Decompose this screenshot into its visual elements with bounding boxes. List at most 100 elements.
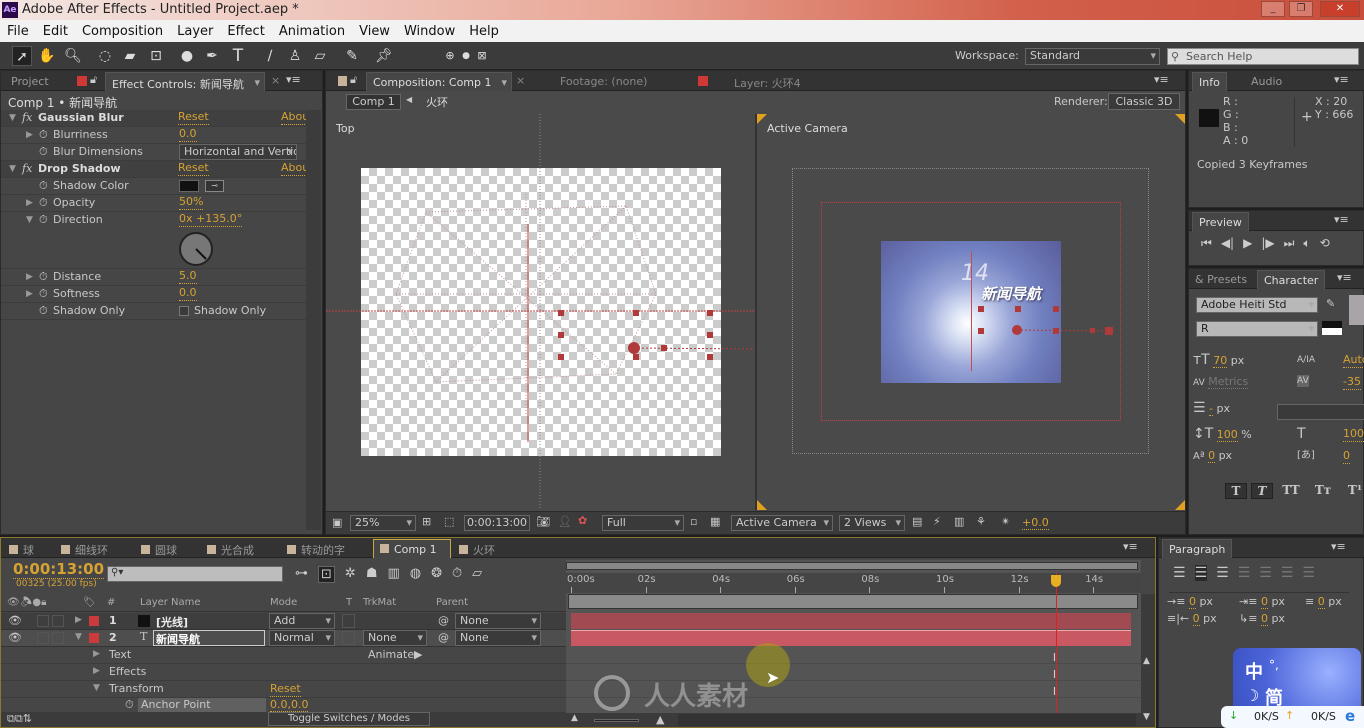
font-family-select[interactable]: Adobe Heiti Std (1196, 297, 1318, 313)
shadow-only-checkbox[interactable] (179, 306, 189, 316)
reset-link[interactable]: Reset (270, 682, 301, 697)
stopwatch-icon[interactable]: ⏱︎ (39, 269, 48, 285)
tab-effect-controls[interactable]: Effect Controls: 新闻导航 ▾ (105, 72, 265, 91)
camera-view-select[interactable]: Active Camera (731, 515, 833, 531)
eraser-tool-icon[interactable]: ▱ (310, 46, 330, 66)
preserve-transparency[interactable] (342, 614, 355, 628)
collapse-triangle-icon[interactable]: ▼ (9, 110, 16, 126)
zoom-in-icon[interactable]: ▲ (656, 713, 664, 726)
menu-edit[interactable]: Edit (36, 24, 75, 39)
fast-previews-icon[interactable]: ⚡︎ (933, 515, 941, 528)
justify-left-icon[interactable]: ☰ (1238, 565, 1251, 581)
stopwatch-icon[interactable]: ⏱︎ (39, 303, 48, 319)
top-view[interactable]: Top (326, 114, 755, 510)
tab-composition[interactable]: Composition: Comp 1 ▾ (366, 72, 512, 91)
selection-tool-icon[interactable]: ➚ (12, 46, 32, 66)
workspace-select[interactable]: Standard (1025, 48, 1160, 65)
parent-select[interactable]: None (455, 630, 541, 646)
expand-triangle-icon[interactable]: ▶ (93, 666, 100, 676)
next-frame-icon[interactable]: |▶ (1261, 236, 1274, 251)
motion-blur-icon[interactable]: ◍ (410, 566, 421, 583)
eyedropper-icon[interactable]: ⊸ (205, 180, 224, 192)
timeline-tab[interactable]: 圆球 (135, 539, 199, 558)
animate-menu-icon[interactable]: ▶ (414, 648, 422, 661)
transparency-grid-icon[interactable]: ▦ (710, 515, 720, 528)
shy-icon[interactable]: ☗ (366, 566, 378, 583)
region-of-interest-icon[interactable]: ⬚ (444, 515, 454, 528)
direction-value[interactable]: 0x +135.0° (179, 212, 243, 227)
layer-switches-icon[interactable]: ⧉⧉⇅ (7, 712, 32, 726)
grid-guides-icon[interactable]: ⊞ (422, 515, 431, 528)
baseline-shift-value[interactable]: 0 (1208, 449, 1216, 463)
pickwhip-icon[interactable]: @ (438, 631, 449, 644)
close-tab-icon[interactable]: × (271, 74, 280, 87)
show-snapshot-icon[interactable]: 👤︎ (558, 515, 572, 528)
stopwatch-icon[interactable]: ⏱︎ (39, 212, 48, 228)
reset-link[interactable]: Reset (178, 110, 209, 125)
collapse-triangle-icon[interactable]: ▼ (26, 212, 33, 228)
prop-row-text[interactable]: ▶ Text Animate: ▶ (1, 647, 566, 664)
puppet-pin-tool-icon[interactable]: 📌︎ (374, 46, 394, 66)
stopwatch-icon[interactable]: ⏱︎ (39, 286, 48, 302)
menu-composition[interactable]: Composition (75, 24, 170, 39)
panel-menu-icon[interactable]: ▾≡ (286, 73, 301, 86)
stopwatch-icon[interactable]: ⏱︎ (39, 144, 48, 160)
keyframe-marker[interactable]: I (1053, 669, 1060, 680)
menu-view[interactable]: View (352, 24, 397, 39)
layer-bar-1[interactable] (571, 613, 1131, 629)
lock-switch[interactable] (52, 615, 64, 627)
auto-keyframe-icon[interactable]: ⏱︎ (452, 566, 462, 583)
expand-triangle-icon[interactable]: ▶ (26, 195, 33, 211)
anchor-point-value[interactable]: 0.0,0.0 (270, 698, 309, 712)
camera-tool-icon[interactable]: ▰ (120, 46, 140, 66)
indent-right-value[interactable]: 0 (1317, 595, 1325, 609)
collapse-triangle-icon[interactable]: ▼ (93, 683, 100, 693)
zoom-tool-icon[interactable]: 🔍︎ (63, 46, 83, 66)
rotate-tool-icon[interactable]: ◌ (95, 46, 115, 66)
magnification-select[interactable]: 25% (350, 515, 416, 531)
roto-brush-tool-icon[interactable]: ✎ (342, 46, 362, 66)
tab-footage[interactable]: Footage: (none) (554, 72, 653, 91)
layer-row-1[interactable]: 👁︎ ▶ 1 [光线] Add @ None (1, 613, 566, 630)
expand-triangle-icon[interactable]: ▶ (26, 127, 33, 143)
always-preview-icon[interactable]: ▣ (332, 516, 342, 529)
menu-effect[interactable]: Effect (220, 24, 271, 39)
resolution-select[interactable]: Full (602, 515, 684, 531)
work-area-bar[interactable] (568, 594, 1138, 609)
tab-project[interactable]: Project (5, 72, 55, 91)
timeline-tab[interactable]: 火环 (453, 539, 513, 558)
minimize-button[interactable]: _ (1261, 1, 1285, 17)
indent-first-value[interactable]: 0 (1260, 595, 1268, 609)
eye-icon[interactable]: 👁︎ (8, 631, 22, 644)
layer-search-input[interactable]: ⚲▾ (107, 566, 283, 582)
ime-punct[interactable]: °, (1269, 658, 1279, 672)
pickwhip-icon[interactable]: @ (438, 614, 449, 627)
scroll-down-icon[interactable]: ▼ (1143, 712, 1150, 722)
layer-name-input[interactable]: 新闻导航 (153, 630, 265, 646)
stroke-width-value[interactable]: - (1209, 402, 1214, 416)
blend-mode-select[interactable]: Normal (269, 630, 335, 646)
superscript-button[interactable]: T¹ (1341, 483, 1364, 499)
space-after-value[interactable]: 0 (1260, 612, 1268, 626)
tab-preview[interactable]: Preview (1192, 212, 1249, 231)
label-color[interactable] (89, 633, 99, 643)
timeline-tab[interactable]: 球 (3, 539, 53, 558)
prop-row-effects[interactable]: ▶ Effects (1, 664, 566, 681)
small-caps-button[interactable]: Tт (1309, 483, 1337, 499)
tracking-value[interactable]: -35 (1343, 375, 1361, 390)
tab-paragraph[interactable]: Paragraph (1162, 539, 1233, 558)
play-icon[interactable]: ▶ (1243, 236, 1252, 251)
timeline-tab[interactable]: 转动的字 (281, 539, 371, 558)
justify-center-icon[interactable]: ☰ (1259, 565, 1272, 581)
collapse-triangle-icon[interactable]: ▼ (75, 632, 82, 642)
space-before-value[interactable]: 0 (1192, 612, 1200, 626)
softness-value[interactable]: 0.0 (179, 286, 197, 301)
effect-gaussian-blur[interactable]: ▼ fx Gaussian Blur Reset Abou (1, 110, 310, 127)
vertical-scale-value[interactable]: 100 (1216, 428, 1238, 442)
align-right-icon[interactable]: ☰ (1216, 565, 1229, 581)
eyedropper-icon[interactable]: ✎ (1326, 297, 1335, 310)
tab-audio[interactable]: Audio (1245, 72, 1288, 91)
menu-help[interactable]: Help (462, 24, 506, 39)
pen-tool-icon[interactable]: ✒ (202, 46, 222, 66)
comp-mini-flowchart-icon[interactable]: ⊶ (295, 566, 308, 583)
